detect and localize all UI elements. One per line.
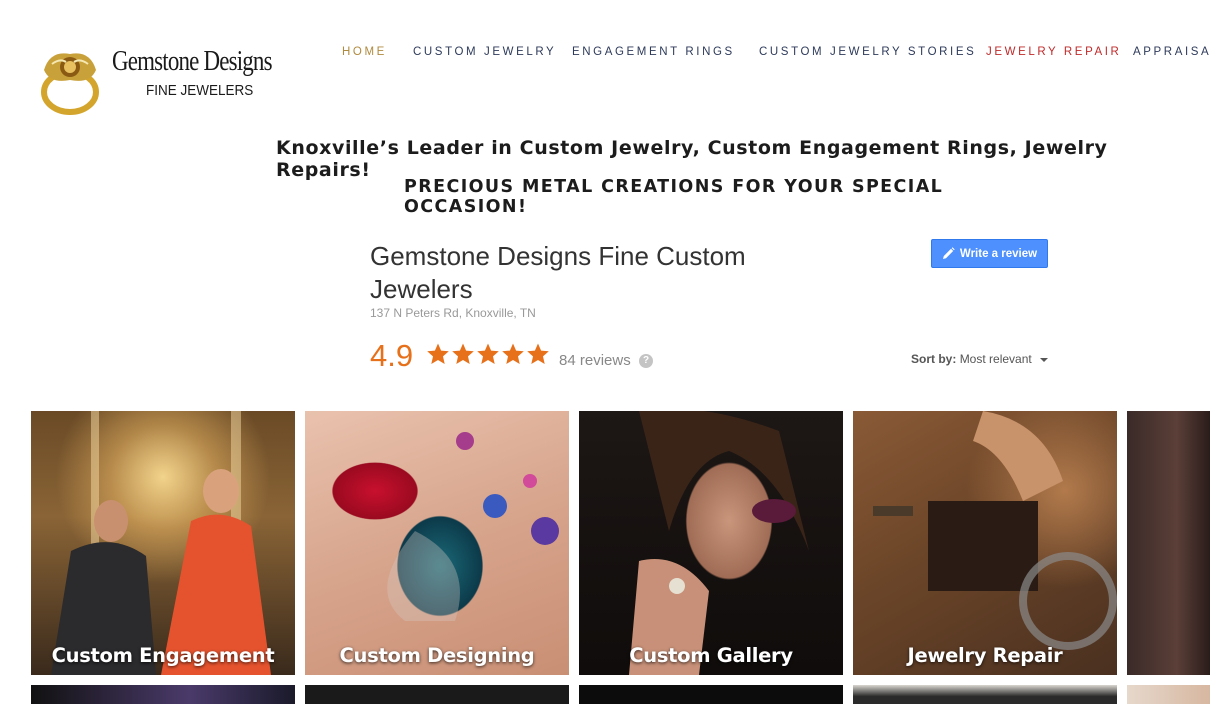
star-icon: [527, 343, 549, 364]
caret-down-icon: [1040, 357, 1049, 362]
business-address: 137 N Peters Rd, Knoxville, TN: [370, 306, 536, 320]
write-review-button[interactable]: Write a review: [931, 239, 1048, 268]
ring-logo-icon: [41, 53, 99, 115]
rating-value: 4.9: [370, 338, 414, 373]
nav-jewelry-repair[interactable]: JEWELRY REPAIR: [986, 46, 1121, 58]
pencil-icon: [942, 247, 955, 259]
workbench-photo: [873, 411, 1117, 650]
tile-jewelry-repair[interactable]: Jewelry Repair: [853, 411, 1117, 675]
tile-caption: Custom Gallery: [629, 644, 793, 667]
tile-custom-gallery[interactable]: Custom Gallery: [579, 411, 843, 675]
business-name: Gemstone Designs Fine Custom Jewelers: [370, 241, 746, 304]
sub-headline: PRECIOUS METAL CREATIONS FOR YOUR SPECIA…: [404, 177, 944, 217]
nav-appraisal[interactable]: APPRAISAL: [1133, 46, 1210, 58]
tile-custom-engagement[interactable]: Custom Engagement: [31, 411, 295, 675]
sort-select[interactable]: Most relevant: [960, 352, 1032, 366]
brand-tagline: FINE JEWELERS: [146, 82, 254, 99]
tile-row2-5[interactable]: [1127, 685, 1210, 704]
write-review-label: Write a review: [959, 247, 1038, 260]
sort-control[interactable]: Sort by: Most relevant: [911, 352, 1049, 366]
tile-row2-1[interactable]: [31, 685, 295, 704]
brand-name: Gemstone Designs: [112, 46, 273, 77]
site-logo[interactable]: Gemstone Designs FINE JEWELERS: [30, 40, 280, 120]
necklace-photo: [387, 432, 559, 621]
tile-caption: Jewelry Repair: [907, 644, 1063, 667]
tile-partial[interactable]: [1127, 411, 1210, 675]
sort-label: Sort by:: [911, 352, 957, 366]
tile-row2-4[interactable]: [853, 685, 1117, 704]
star-icon: [452, 343, 474, 364]
tile-custom-designing[interactable]: Custom Designing: [305, 411, 569, 675]
tile-caption: Custom Engagement: [51, 644, 275, 667]
nav-home[interactable]: HOME: [342, 46, 387, 58]
help-icon[interactable]: ?: [639, 354, 653, 368]
star-icon: [502, 343, 524, 364]
nav-custom-jewelry[interactable]: CUSTOM JEWELRY: [413, 46, 556, 58]
star-icon: [477, 343, 499, 364]
star-rating: [426, 342, 550, 366]
nav-engagement-rings[interactable]: ENGAGEMENT RINGS: [572, 46, 735, 58]
main-headline: Knoxville’s Leader in Custom Jewelry, Cu…: [276, 137, 1108, 181]
nav-custom-jewelry-stories[interactable]: CUSTOM JEWELRY STORIES: [759, 46, 976, 58]
tile-caption: Custom Designing: [339, 644, 535, 667]
review-count-link[interactable]: 84 reviews: [559, 352, 631, 369]
tile-row2-2[interactable]: [305, 685, 569, 704]
tile-row2-3[interactable]: [579, 685, 843, 704]
model-photo: [629, 411, 809, 675]
star-icon: [427, 343, 449, 364]
couple-photo: [51, 411, 271, 675]
